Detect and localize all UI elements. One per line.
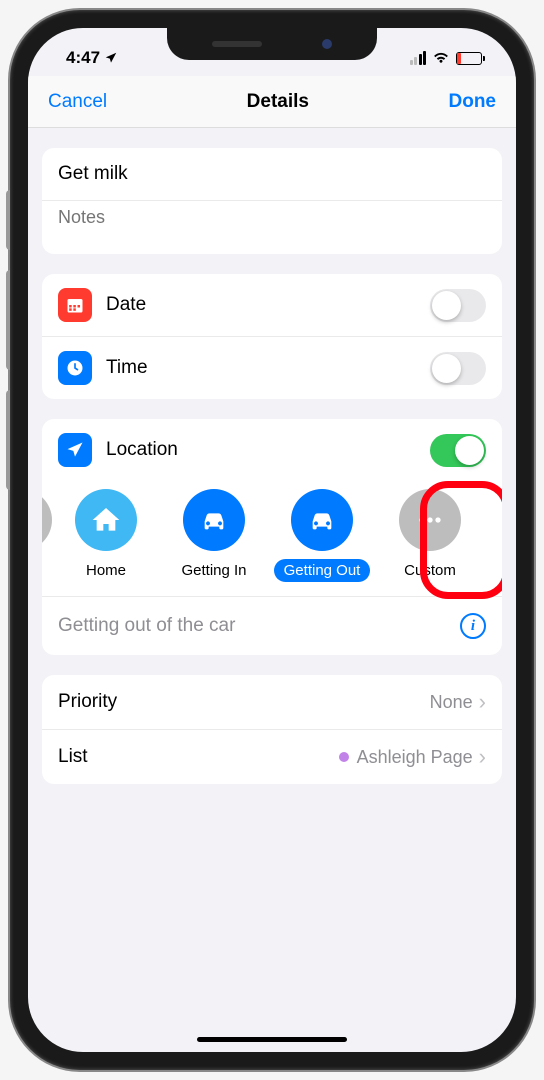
title-card (42, 148, 502, 254)
done-button[interactable]: Done (449, 91, 497, 113)
status-time: 4:47 (66, 48, 100, 68)
notes-input[interactable] (58, 207, 486, 236)
time-row[interactable]: Time (42, 336, 502, 399)
car-icon (291, 489, 353, 551)
nav-bar: Cancel Details Done (28, 76, 516, 128)
home-indicator[interactable] (197, 1037, 347, 1042)
screen: 4:47 Cancel Details Done (28, 28, 516, 1052)
title-input[interactable] (58, 163, 486, 185)
list-value: Ashleigh Page (357, 747, 473, 768)
location-row[interactable]: Location (42, 419, 502, 481)
settings-card: Priority None › List Ashleigh Page › (42, 675, 502, 784)
list-label: List (58, 746, 339, 768)
option-custom[interactable]: Custom (386, 489, 474, 582)
wifi-icon (432, 48, 450, 68)
option-getting-out[interactable]: Getting Out (278, 489, 366, 582)
chevron-right-icon: › (479, 744, 486, 770)
priority-value: None (430, 692, 473, 713)
location-card: Location nt Home (42, 419, 502, 655)
battery-icon (456, 52, 482, 65)
cancel-button[interactable]: Cancel (48, 91, 107, 113)
priority-row[interactable]: Priority None › (42, 675, 502, 729)
location-options-strip[interactable]: nt Home Getting In (42, 481, 502, 596)
option-getting-in[interactable]: Getting In (170, 489, 258, 582)
phone-frame: 4:47 Cancel Details Done (10, 10, 534, 1070)
car-icon (183, 489, 245, 551)
date-label: Date (106, 294, 430, 316)
location-toggle[interactable] (430, 434, 486, 467)
list-row[interactable]: List Ashleigh Page › (42, 729, 502, 784)
page-title: Details (247, 91, 309, 113)
location-arrow-icon (104, 51, 118, 65)
location-label: Location (106, 439, 430, 461)
calendar-icon (58, 288, 92, 322)
signal-icon (410, 51, 427, 65)
list-color-dot (339, 752, 349, 762)
date-toggle[interactable] (430, 289, 486, 322)
info-icon[interactable]: i (460, 613, 486, 639)
chevron-right-icon: › (479, 689, 486, 715)
home-icon (75, 489, 137, 551)
time-toggle[interactable] (430, 352, 486, 385)
date-row[interactable]: Date (42, 274, 502, 336)
location-icon (58, 433, 92, 467)
priority-label: Priority (58, 691, 430, 713)
clock-icon (58, 351, 92, 385)
location-description: Getting out of the car (58, 615, 235, 637)
location-description-row[interactable]: Getting out of the car i (42, 596, 502, 655)
time-label: Time (106, 357, 430, 379)
datetime-card: Date Time (42, 274, 502, 399)
option-home[interactable]: Home (62, 489, 150, 582)
notch (167, 28, 377, 60)
ellipsis-icon (399, 489, 461, 551)
